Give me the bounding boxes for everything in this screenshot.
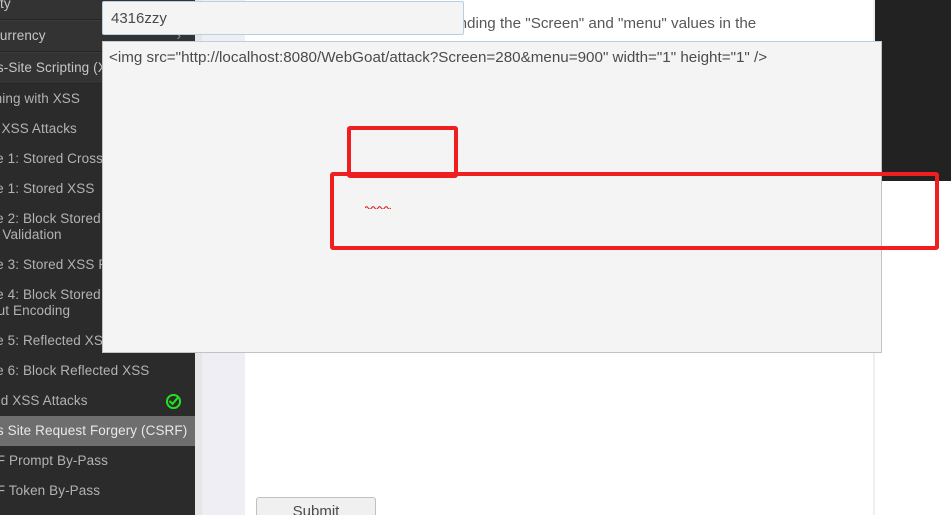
sidebar-item-stage-6-block-reflected-xss[interactable]: Stage 6: Block Reflected XSS <box>0 356 195 386</box>
sidebar-item-label: Stage 6: Block Reflected XSS <box>0 363 150 378</box>
title-input[interactable] <box>102 1 464 35</box>
sidebar-item-label: Stored XSS Attacks <box>0 393 88 408</box>
sidebar-item-label: CSRF Prompt By-Pass <box>0 453 108 468</box>
sidebar-item-csrf-token-by-pass[interactable]: CSRF Token By-Pass <box>0 476 195 506</box>
lesson-complete-check-icon <box>165 393 182 409</box>
application-window: Quality›Concurrency›Cross-Site Scripting… <box>0 0 951 515</box>
sidebar-item-cross-site-request-forgery-csrf[interactable]: Cross Site Request Forgery (CSRF) <box>0 416 195 446</box>
sidebar-item-label: Cross Site Request Forgery (CSRF) <box>0 423 188 438</box>
submit-button[interactable]: Submit <box>256 497 376 515</box>
parameters-inset-panel-lower <box>875 181 951 515</box>
parameters-inset-panel <box>875 0 951 181</box>
message-textarea[interactable] <box>102 41 882 353</box>
sidebar-item-stored-xss-attacks[interactable]: Stored XSS Attacks <box>0 386 195 416</box>
sidebar-item-csrf-prompt-by-pass[interactable]: CSRF Prompt By-Pass <box>0 446 195 476</box>
sidebar-item-label: CSRF Token By-Pass <box>0 483 101 498</box>
